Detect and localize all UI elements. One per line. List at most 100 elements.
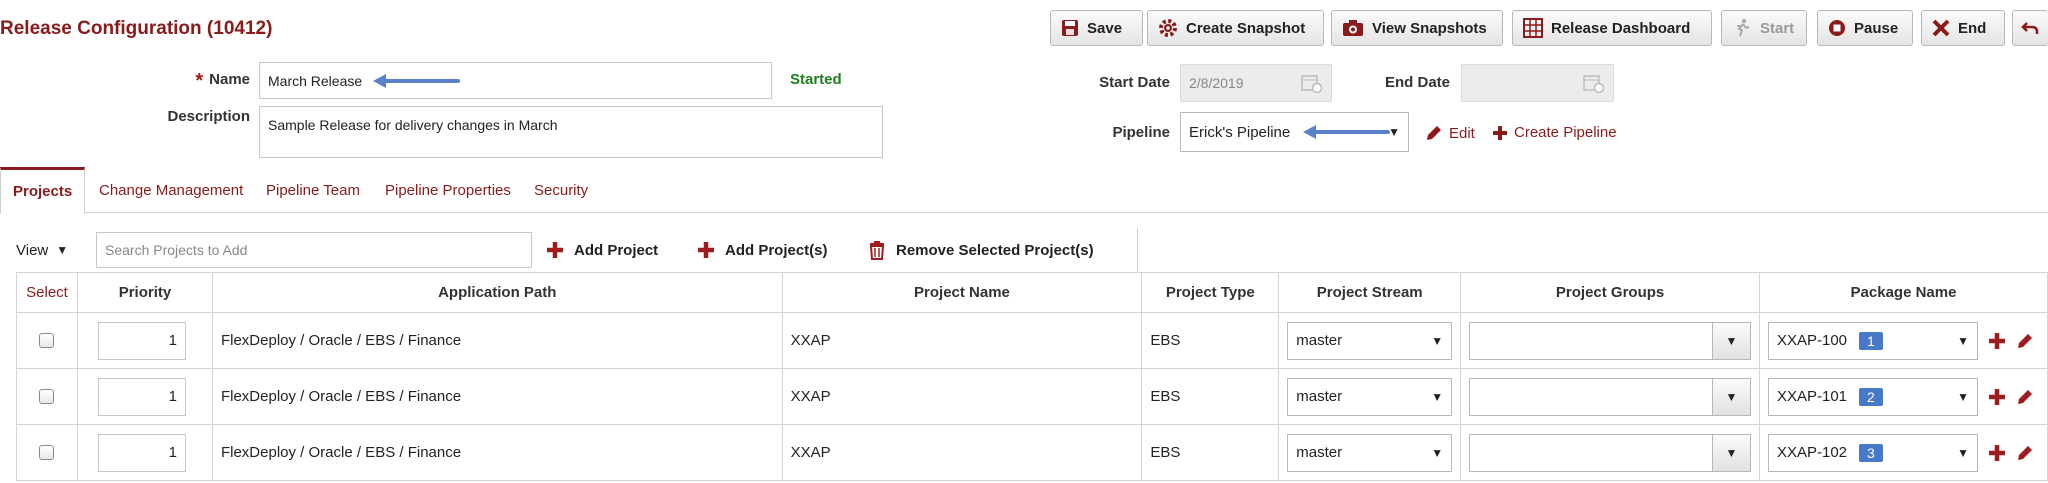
priority-input[interactable]: 1: [97, 433, 186, 472]
required-mark: *: [195, 70, 204, 92]
project-stream-select[interactable]: master ▼: [1287, 377, 1453, 416]
chevron-down-icon: ▼: [1431, 445, 1444, 460]
start-button[interactable]: Start: [1721, 10, 1807, 46]
pause-button[interactable]: Pause: [1817, 10, 1913, 46]
search-projects-input[interactable]: Search Projects to Add: [96, 232, 532, 268]
dropdown-button[interactable]: ▼: [1711, 434, 1750, 471]
column-header-project-type[interactable]: Project Type: [1141, 272, 1280, 313]
start-date-input[interactable]: 2/8/2019: [1180, 64, 1332, 102]
pencil-icon[interactable]: [2016, 332, 2034, 350]
close-icon: [1932, 19, 1950, 37]
pencil-icon[interactable]: [2016, 444, 2034, 462]
chevron-down-icon: ▼: [1957, 333, 1969, 348]
project-groups-combo[interactable]: ▼: [1469, 377, 1751, 416]
start-label: Start: [1760, 19, 1795, 37]
plus-icon: [547, 242, 563, 258]
column-header-application-path[interactable]: Application Path: [211, 272, 783, 313]
name-input[interactable]: March Release: [259, 62, 772, 99]
dropdown-button[interactable]: ▼: [1711, 322, 1750, 359]
project-type-cell: EBS: [1141, 312, 1280, 369]
dropdown-button[interactable]: ▼: [1711, 378, 1750, 415]
column-header-project-name[interactable]: Project Name: [781, 272, 1143, 313]
row-select-checkbox[interactable]: [39, 333, 55, 348]
project-groups-combo[interactable]: ▼: [1469, 321, 1751, 360]
pipeline-label: Pipeline: [1112, 124, 1170, 141]
save-button[interactable]: Save: [1050, 10, 1143, 46]
application-path-cell: FlexDeploy / Oracle / EBS / Finance: [211, 312, 783, 369]
view-menu[interactable]: View ▼: [16, 228, 68, 272]
runner-icon: [1737, 18, 1750, 37]
priority-input[interactable]: 1: [97, 321, 186, 360]
create-pipeline-link[interactable]: Create Pipeline: [1492, 124, 1617, 141]
column-header-project-stream[interactable]: Project Stream: [1278, 272, 1462, 313]
trash-icon: [869, 241, 885, 260]
remove-selected-projects-button[interactable]: Remove Selected Project(s): [868, 228, 1094, 272]
status-badge: Started: [790, 71, 842, 88]
project-type-cell: EBS: [1141, 424, 1280, 481]
column-header-project-groups[interactable]: Project Groups: [1460, 272, 1760, 313]
project-type-cell: EBS: [1141, 368, 1280, 425]
chevron-down-icon: ▼: [1725, 389, 1738, 404]
end-button[interactable]: End: [1921, 10, 2005, 46]
description-input[interactable]: Sample Release for delivery changes in M…: [259, 106, 883, 158]
add-projects-button[interactable]: Add Project(s): [697, 228, 828, 272]
create-pipeline-label: Create Pipeline: [1514, 124, 1617, 141]
tab-pipeline-team[interactable]: Pipeline Team: [266, 167, 360, 213]
pencil-icon[interactable]: [2016, 388, 2034, 406]
table-header-row: Select Priority Application Path Project…: [16, 272, 2048, 313]
plus-icon[interactable]: [1988, 332, 2006, 350]
column-header-select: Select: [16, 272, 78, 313]
arrow-pointer-icon: [1303, 125, 1390, 139]
table-row: 1 FlexDeploy / Oracle / EBS / Finance XX…: [16, 368, 2048, 425]
column-header-priority[interactable]: Priority: [76, 272, 213, 313]
toolbar-divider: [1137, 228, 1138, 272]
description-value: Sample Release for delivery changes in M…: [268, 117, 558, 133]
create-snapshot-button[interactable]: Create Snapshot: [1147, 10, 1324, 46]
undo-button[interactable]: [2012, 10, 2048, 46]
end-date-label: End Date: [1384, 74, 1450, 91]
chevron-down-icon: ▼: [56, 243, 69, 257]
project-name-cell: XXAP: [781, 368, 1143, 425]
edit-pipeline-link[interactable]: Edit: [1425, 124, 1475, 142]
edit-label: Edit: [1449, 124, 1475, 142]
package-name-select[interactable]: XXAP-102 3 ▼: [1767, 433, 1978, 472]
row-select-checkbox[interactable]: [39, 389, 55, 404]
tab-change-management[interactable]: Change Management: [99, 167, 243, 213]
chevron-down-icon: ▼: [1725, 333, 1738, 348]
release-dashboard-label: Release Dashboard: [1551, 19, 1691, 37]
package-count-badge: 2: [1859, 387, 1883, 406]
view-snapshots-button[interactable]: View Snapshots: [1331, 10, 1503, 46]
gear-icon: [1159, 19, 1177, 37]
tab-bar: Projects Change Management Pipeline Team…: [0, 167, 2048, 214]
row-select-checkbox[interactable]: [39, 445, 55, 460]
save-icon: [1062, 20, 1078, 36]
description-label: Description: [167, 108, 250, 125]
add-project-button[interactable]: Add Project: [546, 228, 658, 272]
package-name-select[interactable]: XXAP-101 2 ▼: [1767, 377, 1978, 416]
project-stream-select[interactable]: master ▼: [1287, 321, 1453, 360]
undo-icon: [2021, 22, 2039, 34]
create-snapshot-label: Create Snapshot: [1186, 19, 1306, 37]
chevron-down-icon: ▼: [1431, 333, 1444, 348]
plus-icon[interactable]: [1988, 444, 2006, 462]
chevron-down-icon: ▼: [1957, 445, 1969, 460]
package-count-badge: 1: [1859, 331, 1883, 350]
tab-security[interactable]: Security: [534, 167, 588, 213]
priority-input[interactable]: 1: [97, 377, 186, 416]
camera-icon: [1343, 20, 1363, 36]
name-value: March Release: [268, 72, 363, 89]
project-stream-select[interactable]: master ▼: [1287, 433, 1453, 472]
start-date-label: Start Date: [1099, 74, 1170, 91]
package-name-select[interactable]: XXAP-100 1 ▼: [1767, 321, 1978, 360]
chevron-down-icon: ▼: [1957, 389, 1969, 404]
tab-pipeline-properties[interactable]: Pipeline Properties: [385, 167, 511, 213]
name-label: * Name: [195, 70, 250, 92]
end-date-input[interactable]: [1461, 64, 1614, 102]
project-groups-combo[interactable]: ▼: [1469, 433, 1751, 472]
project-name-cell: XXAP: [781, 424, 1143, 481]
arrow-pointer-icon: [373, 74, 460, 88]
column-header-package-name[interactable]: Package Name: [1758, 272, 2048, 313]
release-dashboard-button[interactable]: Release Dashboard: [1512, 10, 1712, 46]
tab-projects[interactable]: Projects: [0, 167, 86, 214]
plus-icon[interactable]: [1988, 388, 2006, 406]
